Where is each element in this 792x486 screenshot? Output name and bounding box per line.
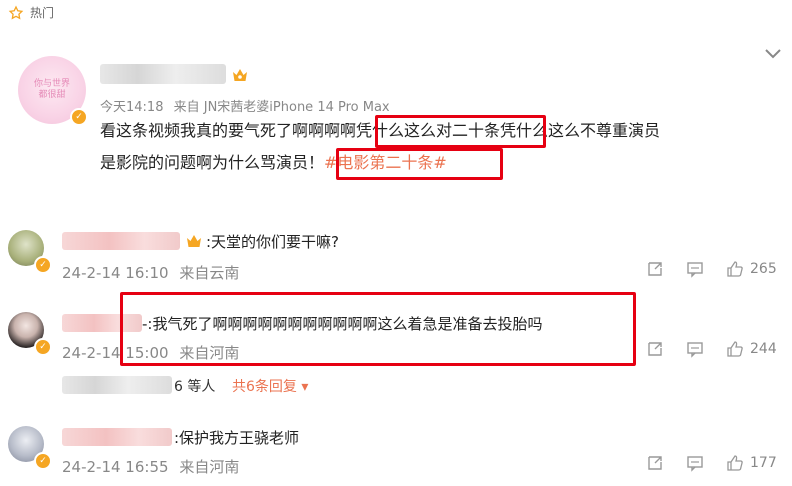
- highlight-box-hashtag: [336, 148, 503, 180]
- comment-actions: 177: [646, 454, 777, 472]
- highlight-box-comment: [120, 292, 636, 366]
- crown-icon: [233, 69, 247, 81]
- post-source: 来自 JN宋茜老婆iPhone 14 Pro Max: [173, 100, 390, 115]
- like-button[interactable]: 265: [726, 260, 777, 278]
- view-replies-link[interactable]: 共6条回复 ▾: [232, 376, 308, 396]
- comment-text: :保护我方王骁老师: [174, 429, 300, 447]
- comment-meta: 24-2-14 16:55 来自河南: [62, 456, 239, 477]
- post-time: 今天14:18: [100, 100, 164, 115]
- post-author-name[interactable]: [100, 64, 226, 84]
- like-count: 244: [750, 341, 777, 357]
- like-icon: [727, 455, 743, 471]
- comment-icon[interactable]: [686, 260, 704, 278]
- share-icon[interactable]: [646, 454, 664, 472]
- chevron-down-icon[interactable]: [764, 48, 782, 60]
- star-icon: [8, 4, 24, 19]
- like-count: 265: [750, 261, 777, 277]
- crown-icon: [187, 235, 201, 247]
- like-icon: [727, 261, 743, 277]
- comment-icon[interactable]: [686, 454, 704, 472]
- comment-actions: 265: [646, 260, 777, 278]
- like-icon: [727, 341, 743, 357]
- comment-icon[interactable]: [686, 340, 704, 358]
- comment-date: 24-2-14 16:55: [62, 458, 169, 476]
- share-icon[interactable]: [646, 260, 664, 278]
- like-count: 177: [750, 455, 777, 471]
- like-button[interactable]: 177: [726, 454, 777, 472]
- comment-location: 来自河南: [179, 458, 240, 476]
- replies-suffix: 6 等人: [174, 379, 216, 395]
- verified-badge-icon: ✓: [70, 108, 88, 126]
- like-button[interactable]: 244: [726, 340, 777, 358]
- comment-date: 24-2-14 16:10: [62, 264, 169, 282]
- post-meta: 今天14:18 来自 JN宋茜老婆iPhone 14 Pro Max: [100, 96, 390, 115]
- verified-badge-icon: ✓: [34, 338, 52, 356]
- hot-section-header: 热门: [8, 4, 54, 21]
- section-title: 热门: [30, 6, 55, 20]
- comment-location: 来自云南: [179, 264, 240, 282]
- comment-meta: 24-2-14 16:10 来自云南: [62, 262, 239, 283]
- verified-badge-icon: ✓: [34, 452, 52, 470]
- highlight-box-phrase: [375, 115, 546, 148]
- replies-usernames: [62, 376, 172, 394]
- comment-username[interactable]: [62, 232, 180, 250]
- share-icon[interactable]: [646, 340, 664, 358]
- comment-actions: 244: [646, 340, 777, 358]
- verified-badge-icon: ✓: [34, 256, 52, 274]
- comment-username[interactable]: [62, 428, 172, 446]
- comment-text: :天堂的你们要干嘛?: [206, 233, 340, 251]
